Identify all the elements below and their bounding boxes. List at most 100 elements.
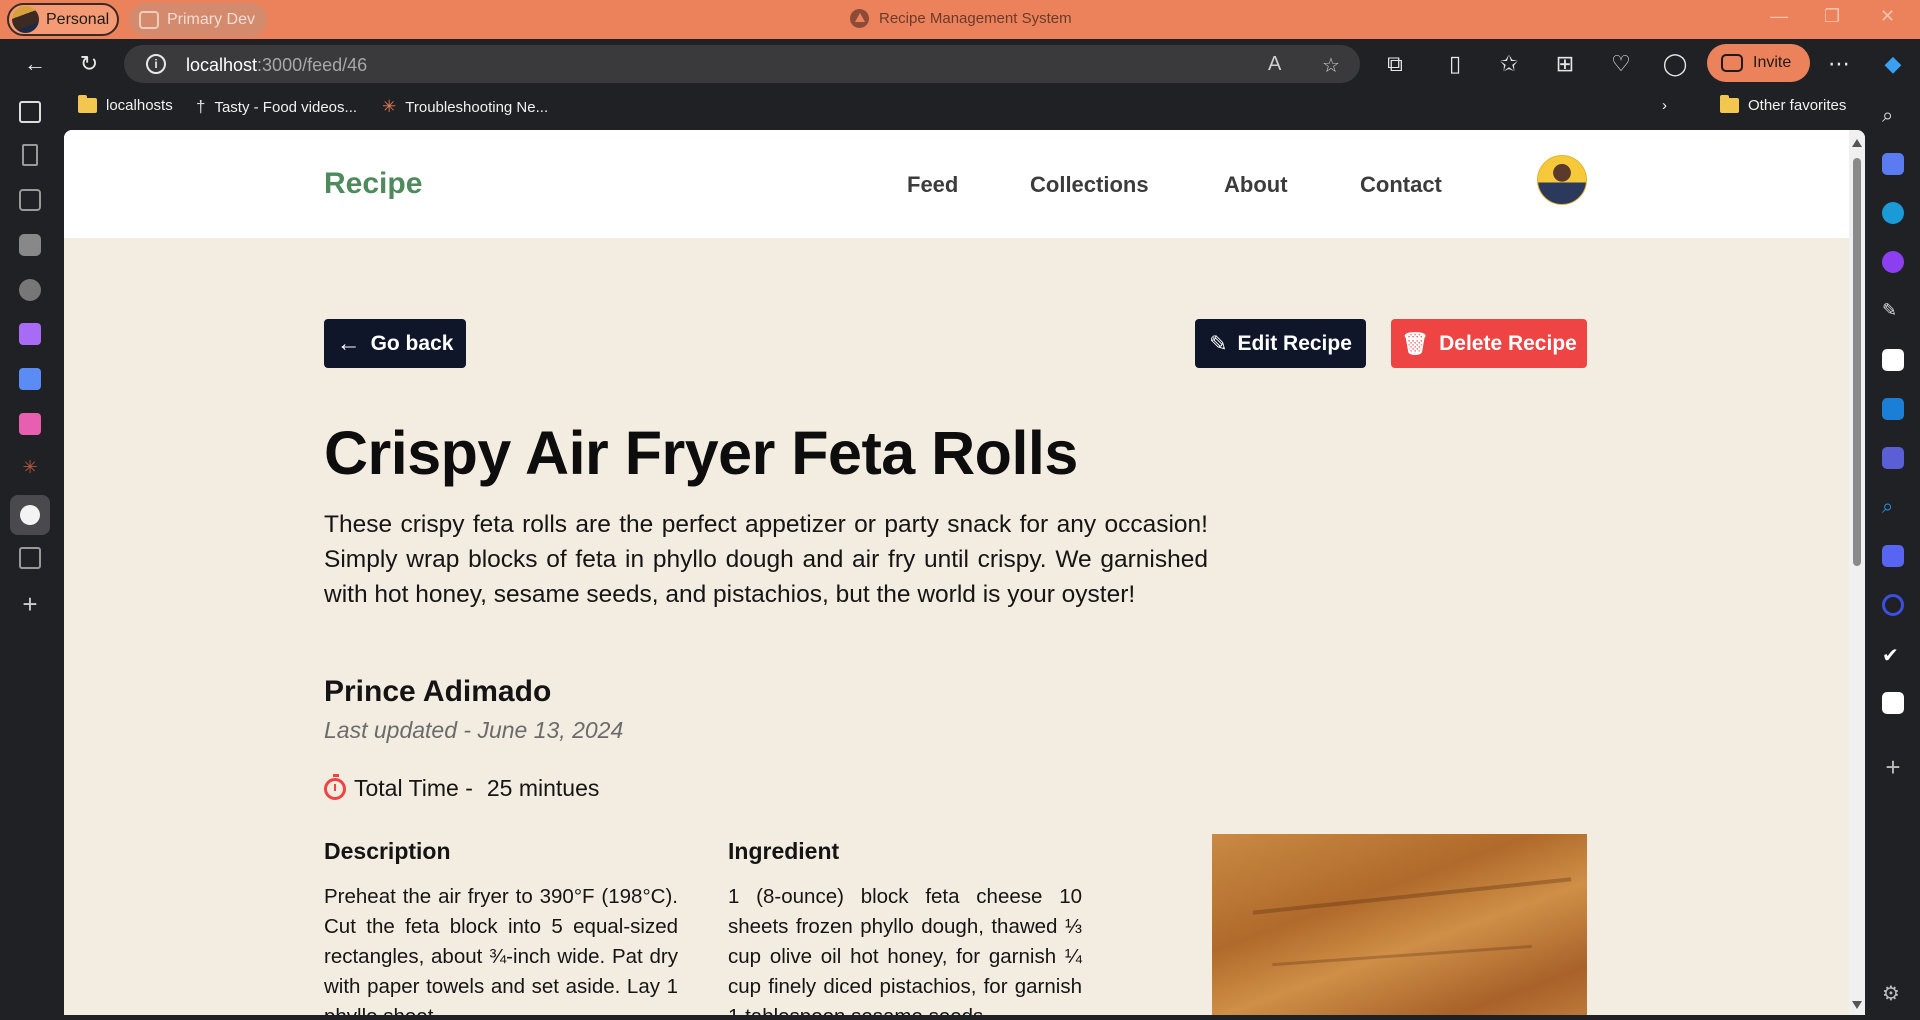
recipe-intro: These crispy feta rolls are the perfect … (324, 511, 1208, 608)
read-aloud-icon[interactable]: A (1268, 53, 1281, 76)
arrow-left-icon: ← (336, 329, 361, 357)
favorite-star-icon[interactable]: ☆ (1322, 53, 1340, 78)
trello-icon[interactable] (1882, 398, 1904, 420)
user-avatar[interactable] (1537, 155, 1587, 205)
browser-title-bar: Personal Primary Dev Recipe Management S… (0, 0, 1920, 39)
favorite-troubleshooting[interactable]: ✳ Troubleshooting Ne... (382, 97, 548, 117)
scrollbar-thumb[interactable] (1853, 158, 1861, 566)
add-sidebar-app-icon[interactable]: + (1882, 754, 1904, 780)
scroll-up-arrow-icon[interactable] (1852, 139, 1862, 147)
favorites-bar: localhosts † Tasty - Food videos... ✳ Tr… (60, 89, 1880, 127)
settings-gear-icon[interactable]: ⚙ (1882, 981, 1904, 1005)
other-favorites-label: Other favorites (1748, 97, 1847, 114)
site-navbar: Recipe Feed Collections About Contact (64, 130, 1849, 238)
video-tab-icon[interactable] (19, 413, 41, 435)
collections-icon[interactable]: ⊞ (1550, 49, 1580, 79)
site-info-icon[interactable]: i (146, 54, 166, 74)
total-time-value: 25 mintues (486, 775, 600, 801)
folder-icon (1720, 95, 1739, 113)
favorite-other[interactable]: Other favorites (1720, 95, 1847, 114)
tab-favicon-icon[interactable] (19, 547, 41, 569)
timer-icon (324, 773, 346, 800)
app-m-icon[interactable] (1882, 692, 1904, 714)
edit-recipe-button[interactable]: ✎ Edit Recipe (1195, 319, 1366, 368)
nav-collections[interactable]: Collections (1030, 172, 1149, 198)
description-text: Preheat the air fryer to 390°F (198°C). … (324, 885, 678, 1015)
invite-label: Invite (1753, 54, 1792, 71)
claude-icon[interactable]: ✳ (19, 457, 41, 479)
url-path: :3000/feed/46 (257, 55, 368, 75)
folder-icon (78, 95, 97, 113)
description-heading: Description (324, 838, 451, 864)
recipe-image (1212, 834, 1587, 1015)
app-check-icon[interactable]: ✔ (1882, 643, 1904, 667)
scroll-down-arrow-icon[interactable] (1852, 1001, 1862, 1009)
invite-button[interactable]: Invite (1707, 44, 1810, 82)
discord-icon[interactable] (1882, 545, 1904, 567)
workspace-label: Primary Dev (167, 10, 256, 28)
tab-favicon-icon[interactable] (19, 189, 41, 211)
site-favicon-icon (20, 505, 40, 525)
more-options-icon[interactable]: ⋯ (1824, 49, 1854, 79)
refresh-icon[interactable]: ↻ (74, 49, 104, 79)
app-v-icon[interactable] (1882, 594, 1904, 616)
split-screen-icon[interactable]: ▯ (1440, 49, 1470, 79)
workspaces-icon (139, 10, 159, 29)
favorites-icon[interactable]: ✩ (1494, 49, 1524, 79)
pencil-icon: ✎ (1209, 330, 1228, 356)
restore-icon[interactable]: ❐ (1824, 6, 1840, 27)
recipe-title: Crispy Air Fryer Feta Rolls (324, 419, 1078, 487)
sparkle-icon[interactable] (1882, 349, 1904, 371)
search-icon[interactable]: ⌕ (1882, 105, 1904, 127)
extensions-icon[interactable]: ⧉ (1380, 49, 1410, 79)
favorite-label: Troubleshooting Ne... (405, 98, 549, 116)
browser-essentials-icon[interactable]: ♡ (1606, 49, 1636, 79)
feedback-icon[interactable]: ◯ (1660, 49, 1690, 79)
nav-about[interactable]: About (1224, 172, 1288, 198)
trash-icon: 🗑 (1401, 330, 1430, 356)
go-back-label: Go back (370, 331, 454, 355)
url-text[interactable]: localhost:3000/feed/46 (186, 55, 367, 76)
delete-recipe-button[interactable]: 🗑 Delete Recipe (1391, 319, 1587, 368)
github-icon[interactable] (19, 279, 41, 301)
profile-button[interactable]: Personal (7, 3, 119, 36)
close-icon[interactable]: ✕ (1880, 6, 1895, 27)
back-icon[interactable]: ← (20, 49, 50, 79)
nav-contact[interactable]: Contact (1360, 172, 1442, 198)
favorite-localhosts[interactable]: localhosts (78, 95, 173, 114)
video-tab-icon[interactable] (19, 323, 41, 345)
window-title: Recipe Management System (850, 9, 1072, 28)
favorite-tasty[interactable]: † Tasty - Food videos... (196, 97, 357, 117)
page-scrollbar[interactable] (1849, 130, 1865, 1015)
blank-page-icon[interactable] (22, 144, 38, 166)
favorite-label: Tasty - Food videos... (214, 98, 358, 116)
copilot-app-icon[interactable] (1882, 153, 1904, 175)
workspace-button[interactable]: Primary Dev (129, 3, 267, 36)
app-u-icon[interactable] (1882, 251, 1904, 273)
new-tab-plus-icon[interactable]: + (19, 591, 41, 617)
bing-search-icon[interactable]: ⌕ (1882, 496, 1904, 518)
pen-icon[interactable]: ✎ (1882, 300, 1904, 322)
vertical-tabs-sidebar: ✳ + (0, 89, 60, 1020)
total-time: Total Time - 25 mintues (324, 773, 600, 802)
chatgpt-icon[interactable] (19, 234, 41, 256)
last-updated: Last updated - June 13, 2024 (324, 717, 624, 743)
tab-actions-icon[interactable] (19, 101, 41, 123)
canva-icon[interactable] (1882, 202, 1904, 224)
favorites-overflow-chevron-icon[interactable]: › (1662, 97, 1667, 114)
active-tab-recipe[interactable] (10, 495, 50, 535)
total-time-label: Total Time - (354, 775, 473, 801)
teams-icon[interactable] (1882, 447, 1904, 469)
brand-logo[interactable]: Recipe (324, 167, 422, 201)
url-host: localhost (186, 55, 258, 75)
profile-label: Personal (46, 10, 110, 28)
window-title-text: Recipe Management System (879, 10, 1072, 27)
go-back-button[interactable]: ← Go back (324, 319, 466, 368)
copilot-icon[interactable]: ◆ (1878, 49, 1908, 79)
profile-avatar (12, 6, 39, 33)
address-bar[interactable]: i localhost:3000/feed/46 A ☆ (124, 45, 1360, 83)
page-viewport: Recipe Feed Collections About Contact ← … (64, 130, 1865, 1015)
nav-feed[interactable]: Feed (907, 172, 958, 198)
video-tab-icon[interactable] (19, 368, 41, 390)
minimize-icon[interactable]: — (1770, 6, 1788, 27)
